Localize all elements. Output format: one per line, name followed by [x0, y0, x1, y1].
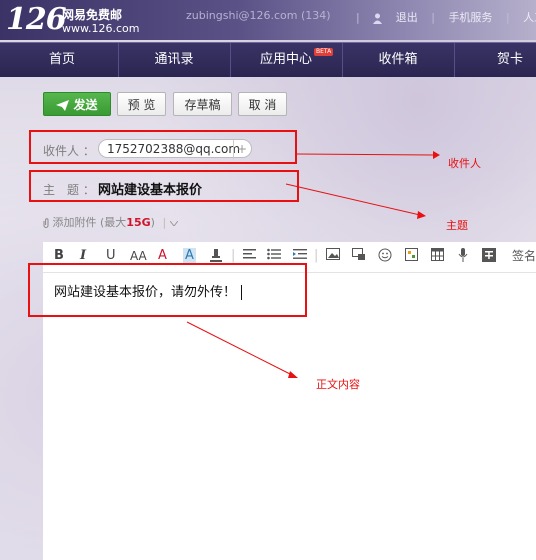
subject-annotation: 主题 [446, 219, 468, 232]
recipient-annotation: 收件人 [448, 157, 481, 170]
body-annotation: 正文内容 [316, 378, 360, 391]
annotation-arrows [186, 151, 440, 378]
